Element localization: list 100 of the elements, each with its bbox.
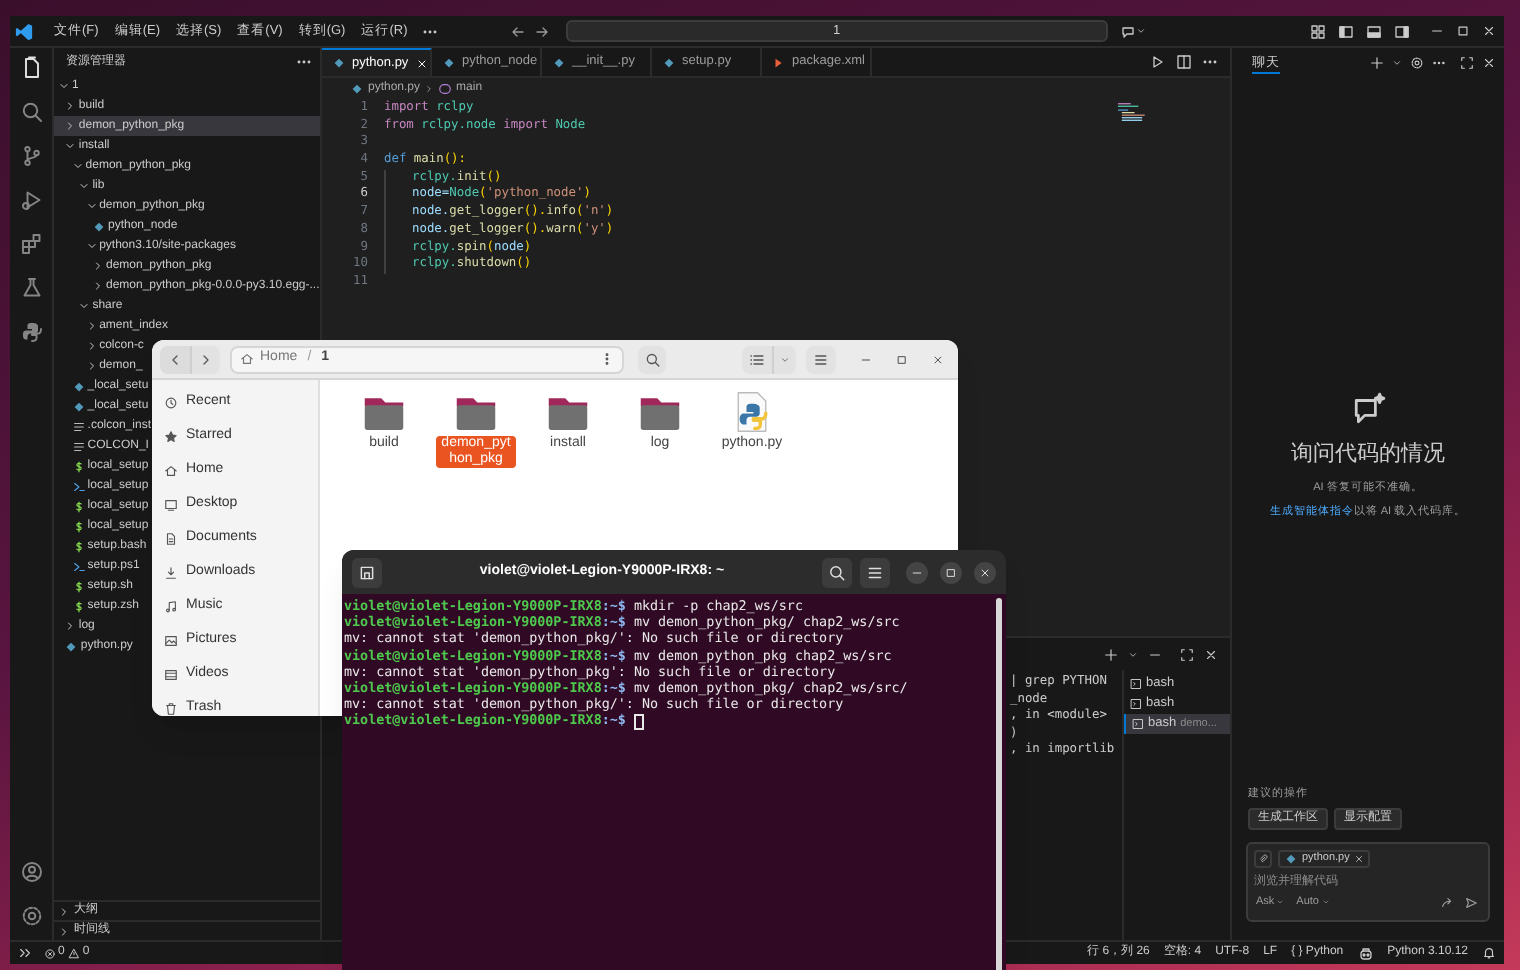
prompt-icon (71, 559, 86, 573)
star-icon (164, 430, 178, 444)
forward-icon[interactable] (1440, 895, 1454, 910)
caret-icon[interactable] (1135, 26, 1146, 36)
python-file-icon (662, 55, 676, 69)
chevron-right-icon[interactable] (64, 120, 77, 132)
python-file-icon (64, 639, 79, 653)
minimize-button[interactable] (906, 561, 928, 583)
python-logo-icon[interactable] (19, 320, 43, 344)
chevron-down-icon[interactable] (64, 140, 77, 152)
layout-grid-icon[interactable] (1310, 23, 1326, 39)
extensions-icon[interactable] (19, 232, 43, 256)
maximize-icon[interactable] (1456, 24, 1470, 38)
clock-icon (164, 396, 178, 410)
document-icon (164, 532, 178, 546)
files-icon[interactable] (19, 56, 43, 80)
forward-arrow-icon[interactable] (533, 23, 550, 39)
maximize-button[interactable] (940, 561, 962, 583)
run-icon[interactable] (1150, 54, 1166, 70)
search-button[interactable] (637, 345, 667, 373)
xml-file-icon (772, 55, 786, 69)
dollar-icon (71, 459, 86, 473)
terminal-icon (1130, 698, 1142, 710)
sidebar-toggle-icon[interactable] (1338, 23, 1354, 39)
dollar-icon (71, 599, 86, 613)
chevron-right-icon[interactable] (85, 360, 98, 372)
flask-icon[interactable] (19, 276, 43, 300)
account-icon[interactable] (19, 860, 43, 884)
monitor-icon (164, 498, 178, 512)
bell-icon[interactable] (1482, 946, 1496, 960)
terminal-icon (1132, 718, 1144, 730)
chevron-right-icon[interactable] (92, 280, 104, 292)
menu-button[interactable] (860, 557, 890, 587)
maximize-panel-icon[interactable] (1180, 647, 1194, 661)
trash-icon (164, 702, 178, 716)
source-control-icon[interactable] (19, 144, 43, 168)
new-tab-button[interactable] (352, 557, 382, 587)
terminal-icon (1130, 678, 1142, 690)
close-icon[interactable] (1482, 24, 1496, 38)
dollar-icon (71, 499, 86, 513)
chevron-right-icon[interactable] (92, 260, 104, 272)
split-editor-icon[interactable] (1176, 54, 1192, 70)
prompt-icon (71, 479, 86, 493)
python-file-icon (92, 219, 106, 233)
chevron-down-icon[interactable] (85, 240, 98, 252)
chat-sparkle-icon (1351, 392, 1385, 426)
run-debug-icon[interactable] (19, 188, 43, 212)
settings-icon[interactable] (1410, 56, 1424, 70)
caret-icon[interactable] (1392, 58, 1402, 68)
chevron-right-icon[interactable] (58, 905, 70, 917)
chevron-right-icon[interactable] (64, 100, 77, 112)
new-terminal-icon[interactable] (1104, 647, 1118, 661)
minimize-icon[interactable] (1430, 24, 1444, 38)
settings-icon[interactable] (19, 904, 43, 928)
image-icon (164, 634, 178, 648)
chevron-right-icon[interactable] (85, 340, 98, 352)
close-icon[interactable] (1204, 647, 1218, 661)
film-icon (164, 668, 178, 682)
search-icon[interactable] (19, 100, 43, 124)
list-view-button[interactable] (742, 345, 773, 373)
chevron-right-icon[interactable] (85, 320, 98, 332)
chat-icon[interactable] (1119, 23, 1136, 39)
chevron-down-icon[interactable] (58, 80, 70, 92)
close-icon[interactable] (1353, 854, 1364, 864)
more-icon[interactable] (1432, 56, 1446, 70)
panel-toggle-icon[interactable] (1366, 23, 1382, 39)
back-arrow-icon[interactable] (509, 23, 526, 39)
search-button[interactable] (822, 557, 852, 587)
minimap-drawing (1118, 102, 1146, 122)
attach-icon[interactable] (1254, 850, 1272, 868)
secondary-sidebar-toggle-icon[interactable] (1394, 23, 1410, 39)
chevron-down-icon[interactable] (78, 180, 91, 192)
chevron-down-icon[interactable] (71, 160, 84, 172)
python-file-icon (552, 55, 566, 69)
close-icon[interactable] (1482, 56, 1496, 70)
close-button[interactable] (974, 561, 996, 583)
maximize-icon[interactable] (1460, 56, 1474, 70)
home-icon (240, 352, 254, 366)
send-icon[interactable] (1464, 895, 1478, 910)
chevron-right-icon[interactable] (64, 620, 77, 632)
dollar-icon (71, 519, 86, 533)
new-chat-icon[interactable] (1370, 56, 1384, 70)
chat-heading: 询问代码的情况 (1291, 440, 1445, 470)
chevron-down-icon[interactable] (78, 300, 91, 312)
chevron-right-icon[interactable] (58, 925, 70, 937)
app-logo-icon (14, 21, 34, 41)
dollar-icon (71, 539, 86, 553)
python-file-icon (442, 55, 456, 69)
method-icon (438, 81, 453, 95)
chevron-down-icon[interactable] (85, 200, 98, 212)
copilot-icon[interactable] (1357, 945, 1374, 961)
text-file-icon (71, 439, 86, 453)
remote-icon[interactable] (18, 946, 32, 960)
caret-icon[interactable] (1128, 649, 1138, 659)
music-note-icon (164, 600, 178, 614)
dollar-icon (71, 579, 86, 593)
scrollbar[interactable] (996, 598, 1002, 970)
text-file-icon (71, 419, 86, 433)
chevron-right-icon (424, 83, 435, 93)
warning-icon (68, 947, 81, 959)
